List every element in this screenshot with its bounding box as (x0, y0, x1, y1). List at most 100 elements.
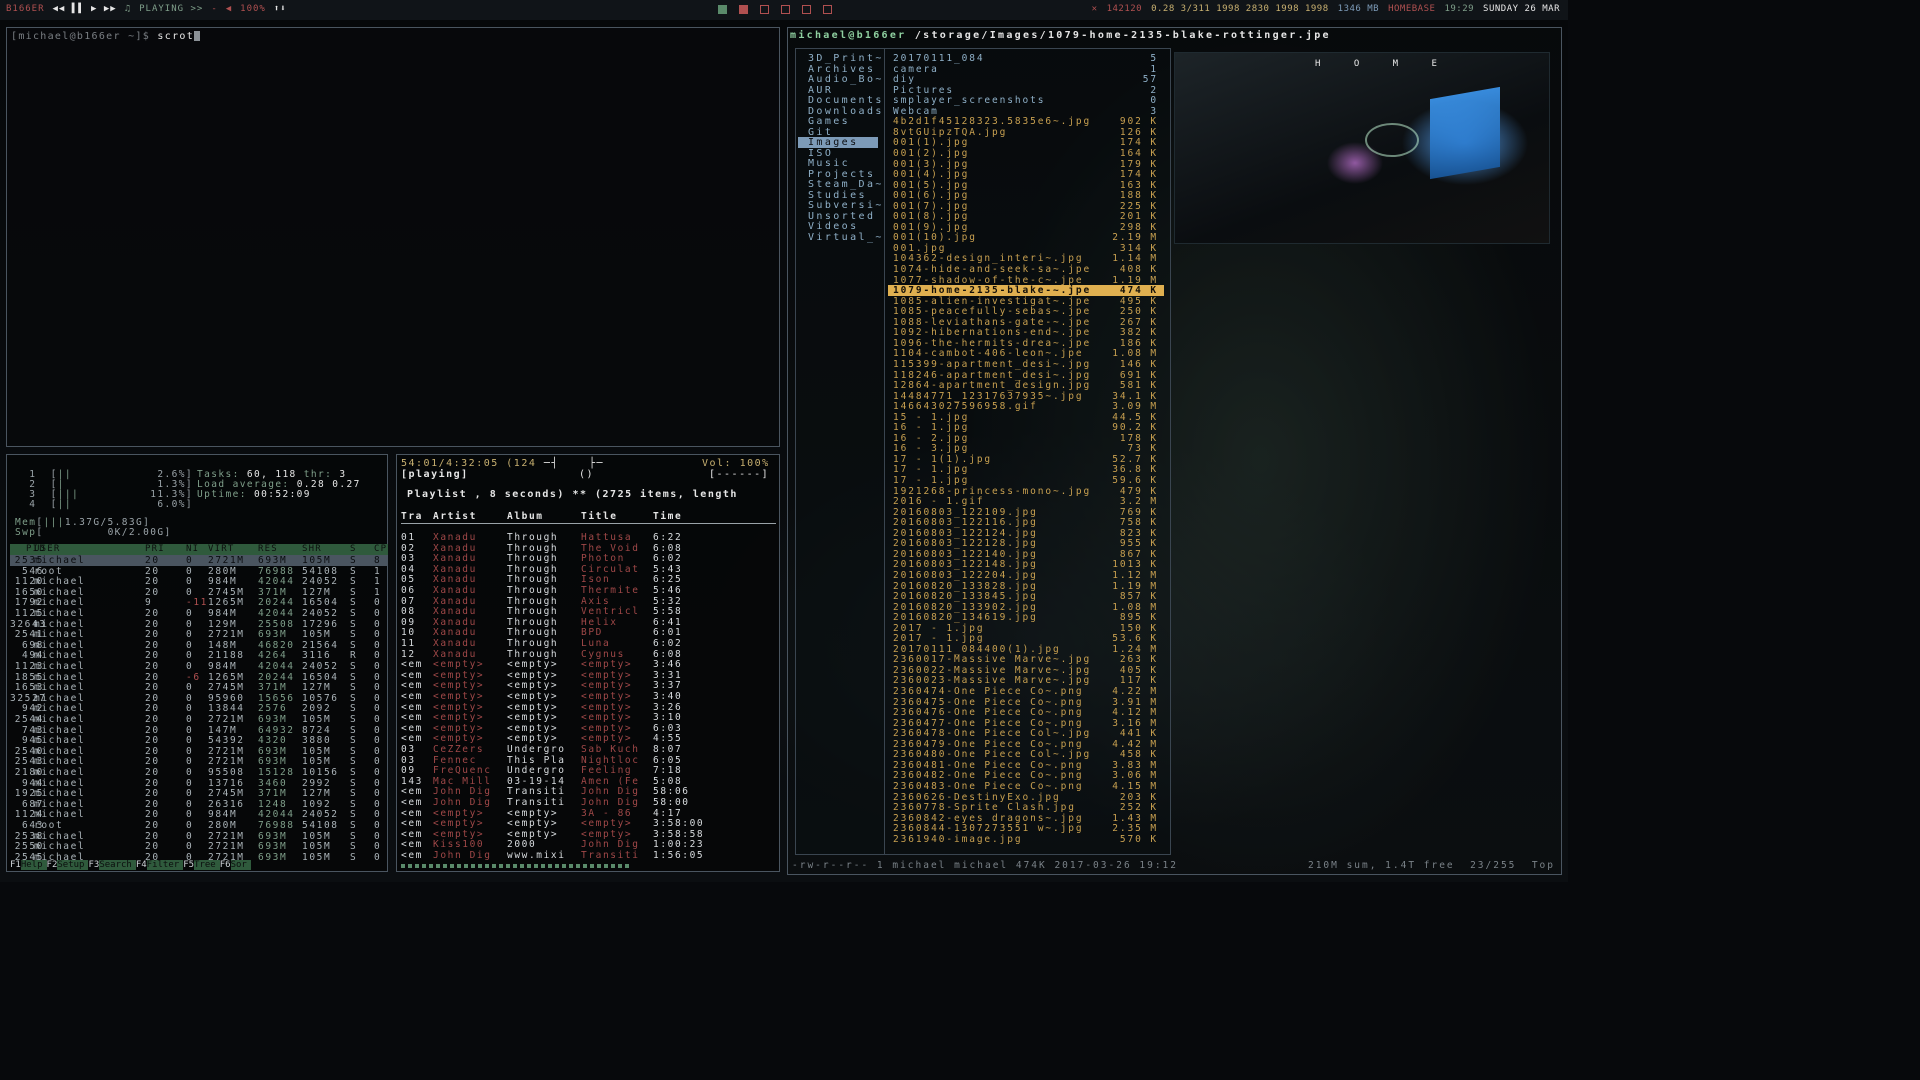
function-key-label[interactable]: Search (99, 860, 136, 870)
file-entry[interactable]: 001(9).jpg 298 K (888, 222, 1164, 233)
directory-entry[interactable]: 20170111_084 5 (888, 53, 1164, 64)
file-entry[interactable]: 001(8).jpg 201 K (888, 211, 1164, 222)
file-entry[interactable]: 20160803_122128.jpg 955 K (888, 538, 1164, 549)
process-row[interactable]: 1125 michael 20 0 984M 42044 24052 S 0 (10, 608, 388, 619)
file-entry[interactable]: 104362-design_interi~.jpg 1.14 M (888, 253, 1164, 264)
directory-entry[interactable]: camera 1 (888, 64, 1164, 75)
file-entry[interactable]: 20160803_122148.jpg 1013 K (888, 559, 1164, 570)
process-column-header[interactable]: NI (186, 544, 199, 554)
directory-item[interactable]: Studies (808, 190, 867, 201)
file-entry[interactable]: 2360475-One Piece Co~.png 3.91 M (888, 697, 1164, 708)
file-entry[interactable]: 001(5).jpg 163 K (888, 180, 1164, 191)
playlist-column-header[interactable]: Title (581, 511, 618, 522)
file-entry[interactable]: 20160820_134619.jpg 895 K (888, 612, 1164, 623)
process-row[interactable]: 643 root 20 0 280M 76988 54108 S 0 (10, 820, 388, 831)
playlist-row[interactable]: <em <empty> <empty> <empty> 3:58:00 (401, 818, 776, 829)
directory-entry[interactable]: diy 57 (888, 74, 1164, 85)
process-column-header[interactable]: RES (258, 544, 278, 554)
process-row[interactable]: 2550 michael 20 0 2721M 693M 105M S 0 (10, 841, 388, 852)
process-row[interactable]: 1925 michael 20 0 2745M 371M 127M S 0 (10, 788, 388, 799)
file-entry[interactable]: 2360022-Massive Marve~.jpg 405 K (888, 665, 1164, 676)
file-entry[interactable]: 1104-cambot-406-leon~.jpe 1.08 M (888, 348, 1164, 359)
playlist-row[interactable]: 10 Xanadu Through BPD 6:01 (401, 627, 776, 638)
workspace-5[interactable] (802, 5, 811, 14)
directory-item[interactable]: Projects (808, 169, 875, 180)
file-entry[interactable]: 2360023-Massive Marve~.jpg 117 K (888, 675, 1164, 686)
ranger-file-manager[interactable]: michael@b166er /storage/Images/1079-home… (787, 27, 1562, 875)
directory-entry[interactable]: Pictures 2 (888, 85, 1164, 96)
process-row[interactable]: 546 root 20 0 280M 76988 54108 S 1 (10, 566, 388, 577)
terminal-command[interactable]: scrot (157, 31, 194, 42)
file-entry[interactable]: 2360481-One Piece Co~.png 3.83 M (888, 760, 1164, 771)
directory-item[interactable]: Music (808, 158, 850, 169)
file-entry[interactable]: 16 - 1.jpg 90.2 K (888, 422, 1164, 433)
directory-item[interactable]: AUR (808, 85, 833, 96)
directory-item[interactable]: Virtual_~ (808, 232, 884, 243)
process-row[interactable]: 1123 michael 20 0 984M 42044 24052 S 0 (10, 661, 388, 672)
file-entry[interactable]: 17 - 1.jpg 59.6 K (888, 475, 1164, 486)
file-entry[interactable]: 2360626-DestinyExo.jpg 203 K (888, 792, 1164, 803)
process-row[interactable]: 1653 michael 20 0 2745M 371M 127M S 0 (10, 682, 388, 693)
playlist-row[interactable]: 01 Xanadu Through Hattusa 6:22 (401, 532, 776, 543)
process-row[interactable]: 687 michael 20 0 26316 1248 1092 S 0 (10, 799, 388, 810)
directory-item[interactable]: Audio_Bo~ (808, 74, 884, 85)
file-entry[interactable]: 001.jpg 314 K (888, 243, 1164, 254)
playlist-row[interactable]: <em <empty> <empty> <empty> 3:58:58 (401, 829, 776, 840)
function-key-label[interactable]: Sor (230, 860, 251, 870)
playlist-row[interactable]: 05 Xanadu Through Ison 6:25 (401, 574, 776, 585)
function-key-label[interactable]: Help (20, 860, 47, 870)
file-entry[interactable]: 2360482-One Piece Co~.png 3.06 M (888, 770, 1164, 781)
process-column-header[interactable]: SHR (302, 544, 322, 554)
process-row[interactable]: 2544 michael 20 0 2721M 693M 105M S 0 (10, 714, 388, 725)
playlist-row[interactable]: <em <empty> <empty> <empty> 3:37 (401, 680, 776, 691)
playlist-row[interactable]: 143 Mac Mill 03-19-14 Amen (Fe 5:08 (401, 776, 776, 787)
file-entry[interactable]: 118246-apartment_desi~.jpg 691 K (888, 370, 1164, 381)
file-entry[interactable]: 001(2).jpg 164 K (888, 148, 1164, 159)
playlist-row[interactable]: 09 FreQuenc Undergro Feeling 7:18 (401, 765, 776, 776)
playlist-row[interactable]: <em <empty> <empty> <empty> 3:31 (401, 670, 776, 681)
file-entry[interactable]: 20160803_122109.jpg 769 K (888, 507, 1164, 518)
process-row[interactable]: 1855 michael 20 -6 1265M 20244 16504 S 0 (10, 672, 388, 683)
music-player-window[interactable]: 54:01/4:32:05 (124 ─┤ ├─ Vol: 100% [play… (396, 454, 780, 872)
file-entry[interactable]: 16 - 2.jpg 178 K (888, 433, 1164, 444)
process-row[interactable]: 2541 michael 20 0 2721M 693M 105M S 0 (10, 629, 388, 640)
process-row[interactable]: 698 michael 20 0 148M 46820 21564 S 0 (10, 640, 388, 651)
workspace-4[interactable] (781, 5, 790, 14)
playlist-row[interactable]: <em <empty> <empty> <empty> 3:10 (401, 712, 776, 723)
file-entry[interactable]: 12864-apartment_design.jpg 581 K (888, 380, 1164, 391)
file-entry[interactable]: 001(7).jpg 225 K (888, 201, 1164, 212)
process-column-header[interactable]: S (350, 544, 357, 554)
workspace-1[interactable] (718, 5, 727, 14)
file-entry[interactable]: 2016 - 1.gif 3.2 M (888, 496, 1164, 507)
file-entry[interactable]: 001(6).jpg 188 K (888, 190, 1164, 201)
file-entry[interactable]: 2360017-Massive Marve~.jpg 263 K (888, 654, 1164, 665)
process-column-header[interactable]: VIRT (208, 544, 234, 554)
file-entry[interactable]: 2360479-One Piece Co~.png 4.42 M (888, 739, 1164, 750)
playlist-row[interactable]: <em John Dig Transiti John Dig 58:06 (401, 786, 776, 797)
directory-item[interactable]: Documents (808, 95, 884, 106)
playlist-row[interactable]: 03 Fennec This Pla Nightloc 6:05 (401, 755, 776, 766)
process-row[interactable]: 2180 michael 20 0 95508 15128 10156 S 0 (10, 767, 388, 778)
function-key-label[interactable]: Setup (57, 860, 89, 870)
file-entry[interactable]: 146643027596958.gif 3.09 M (888, 401, 1164, 412)
workspace-3[interactable] (760, 5, 769, 14)
file-entry[interactable]: 115399-apartment_desi~.jpg 146 K (888, 359, 1164, 370)
file-entry[interactable]: 2360778-Sprite Clash.jpg 252 K (888, 802, 1164, 813)
htop-window[interactable]: Mem[|||1.37G/5.83G] Swp[ 0K/2.00G] Tasks… (6, 454, 388, 872)
playlist-row[interactable]: 02 Xanadu Through The Void 6:08 (401, 543, 776, 554)
playlist-row[interactable]: 04 Xanadu Through Circulat 5:43 (401, 564, 776, 575)
process-row[interactable]: 1650 michael 20 0 2745M 371M 127M S 1 (10, 587, 388, 598)
workspace-6[interactable] (823, 5, 832, 14)
playlist-row[interactable]: <em <empty> <empty> <empty> 3:46 (401, 659, 776, 670)
file-entry[interactable]: 2360480-One Piece Col~.jpg 458 K (888, 749, 1164, 760)
playlist-row[interactable]: <em Kiss100 2000 John Dig 1:00:23 (401, 839, 776, 850)
directory-entry[interactable]: Webcam 3 (888, 106, 1164, 117)
process-row[interactable]: 1120 michael 20 0 984M 42044 24052 S 1 (10, 576, 388, 587)
file-entry[interactable]: 2360477-One Piece Co~.png 3.16 M (888, 718, 1164, 729)
process-row[interactable]: 2535 michael 20 0 2721M 693M 105M S 8 (10, 555, 388, 566)
process-row[interactable]: 1124 michael 20 0 984M 42044 24052 S 0 (10, 809, 388, 820)
file-entry[interactable]: 15 - 1.jpg 44.5 K (888, 412, 1164, 423)
file-entry[interactable]: 20160803_122116.jpg 758 K (888, 517, 1164, 528)
playlist-column-header[interactable]: Time (653, 511, 682, 522)
file-entry[interactable]: 2017 - 1.jpg 53.6 K (888, 633, 1164, 644)
